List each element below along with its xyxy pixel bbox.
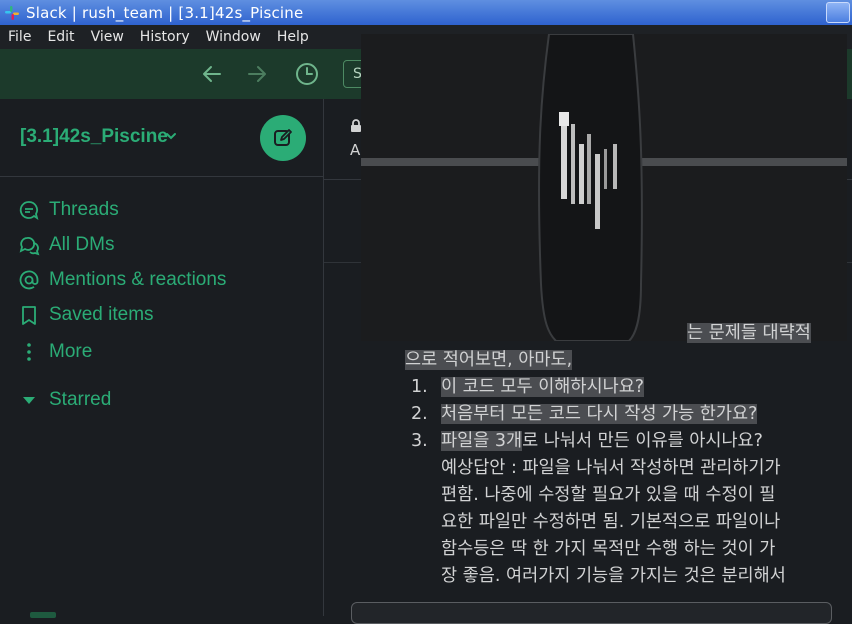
answer-block: 예상답안 : 파일을 나눠서 작성하면 관리하기가 편함. 나중에 수정할 필요… <box>405 455 835 590</box>
sidebar-item-label: Saved items <box>49 304 154 325</box>
list-number: 3. <box>411 431 428 451</box>
sidebar-item-saved[interactable]: Saved items <box>18 300 154 330</box>
list-number: 2. <box>411 404 428 424</box>
list-item: 2. 처음부터 모든 코드 다시 작성 가능 한가요? <box>405 401 835 428</box>
window-controls <box>824 2 850 23</box>
threads-icon <box>19 201 39 221</box>
sidebar: [3.1]42s_Piscine Threads All DMs Mention… <box>0 99 324 616</box>
video-frame <box>361 33 847 342</box>
sidebar-item-label: All DMs <box>49 234 115 255</box>
workspace-header: [3.1]42s_Piscine <box>0 99 323 177</box>
compose-button[interactable] <box>260 115 306 161</box>
menu-window[interactable]: Window <box>198 29 269 45</box>
bookmark-icon <box>22 306 36 325</box>
window-titlebar: Slack | rush_team | [3.1]42s_Piscine <box>0 0 852 25</box>
answer-line: 요한 파일만 수정하면 됨. 기본적으로 파일이나 <box>441 512 781 532</box>
video-overlay[interactable] <box>361 33 847 342</box>
sidebar-item-more[interactable]: More <box>18 337 92 367</box>
list-item-text: 이 코드 모두 이해하시나요? <box>441 377 645 397</box>
highlighted-text: 는 문제들 대략적 <box>687 323 811 343</box>
sidebar-item-label: Mentions & reactions <box>49 269 227 290</box>
list-number: 1. <box>411 377 428 397</box>
arrow-right-icon[interactable] <box>245 62 269 86</box>
window-title: Slack | rush_team | [3.1]42s_Piscine <box>26 3 304 22</box>
message-composer[interactable] <box>351 602 832 624</box>
sidebar-item-label: More <box>49 341 93 362</box>
sidebar-item-threads[interactable]: Threads <box>18 195 119 225</box>
list-item: 3. 파일을 3개로 나눠서 만든 이유를 아시나요? <box>405 428 835 455</box>
compose-icon <box>274 129 292 146</box>
arrow-left-icon[interactable] <box>200 62 224 86</box>
list-item: 1. 이 코드 모두 이해하시나요? <box>405 374 835 401</box>
message-line: 는 문제들 대략적 <box>405 320 835 347</box>
sidebar-item-all-dms[interactable]: All DMs <box>18 230 114 260</box>
menu-history[interactable]: History <box>132 29 198 45</box>
message-line: 으로 적어보면, 아마도, <box>405 347 835 374</box>
list-item-text: 처음부터 모든 코드 다시 작성 가능 한가요? <box>441 404 758 424</box>
sidebar-section-label: Starred <box>49 389 112 410</box>
sidebar-item-label: Threads <box>49 199 119 220</box>
minimize-button[interactable] <box>826 2 850 23</box>
answer-line: 예상답안 : 파일을 나눠서 작성하면 관리하기가 <box>441 458 781 478</box>
answer-line: 장 좋음. 여러가지 기능을 가지는 것은 분리해서 <box>441 566 786 586</box>
question-list: 1. 이 코드 모두 이해하시나요? 2. 처음부터 모든 코드 다시 작성 가… <box>405 374 835 455</box>
workspace-name[interactable]: [3.1]42s_Piscine <box>20 126 168 148</box>
chevron-down-icon[interactable] <box>165 130 177 142</box>
slack-icon <box>5 5 19 20</box>
answer-line: 편함. 나중에 수정할 필요가 있을 때 수정이 필 <box>441 485 776 505</box>
menu-help[interactable]: Help <box>269 29 317 45</box>
menu-edit[interactable]: Edit <box>39 29 82 45</box>
caret-down-icon <box>23 397 35 404</box>
list-item-text: 로 나눠서 만든 이유를 아시나요? <box>522 431 763 451</box>
sidebar-section-starred[interactable]: Starred <box>18 385 111 415</box>
menu-file[interactable]: File <box>0 29 39 45</box>
at-icon <box>19 270 39 290</box>
highlighted-text: 으로 적어보면, 아마도, <box>405 350 573 370</box>
message-body: 는 문제들 대략적 으로 적어보면, 아마도, 1. 이 코드 모두 이해하시나… <box>405 320 835 590</box>
sidebar-item-mentions[interactable]: Mentions & reactions <box>18 265 226 295</box>
list-item-text-highlighted: 파일을 3개 <box>441 431 523 451</box>
dms-icon <box>19 237 40 256</box>
channel-topic[interactable]: A <box>350 141 360 159</box>
menu-view[interactable]: View <box>83 29 132 45</box>
clock-icon[interactable] <box>295 62 319 86</box>
sidebar-footer-button[interactable] <box>30 612 56 618</box>
answer-line: 함수등은 딱 한 가지 목적만 수행 하는 것이 가 <box>441 539 776 559</box>
more-vertical-icon <box>27 343 31 361</box>
